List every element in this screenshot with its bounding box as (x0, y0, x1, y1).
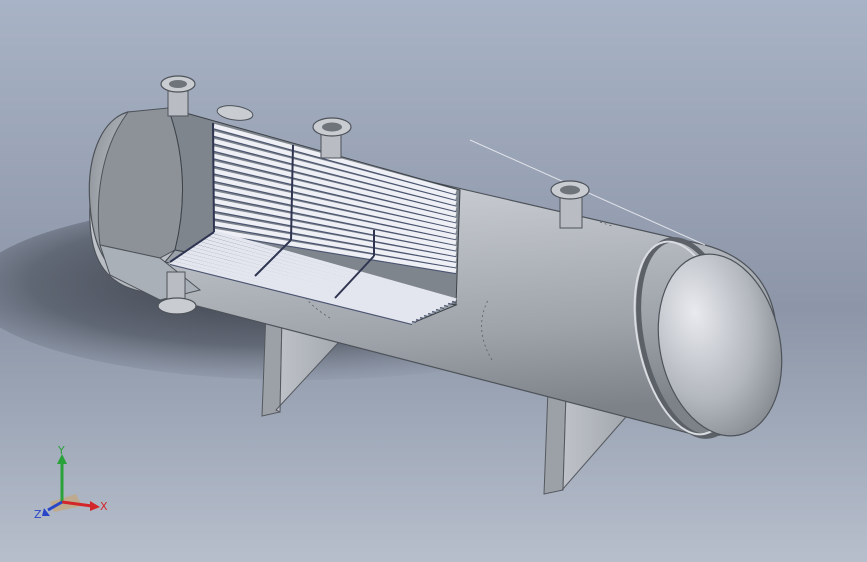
x-axis-head (90, 501, 100, 511)
z-axis-label: Z (34, 508, 42, 521)
model-scene[interactable] (0, 0, 867, 562)
x-axis-label: X (100, 500, 108, 513)
graphics-viewport[interactable]: Y X Z (0, 0, 867, 562)
coordinate-triad: Y X Z (34, 446, 108, 521)
y-axis-label: Y (57, 446, 65, 457)
